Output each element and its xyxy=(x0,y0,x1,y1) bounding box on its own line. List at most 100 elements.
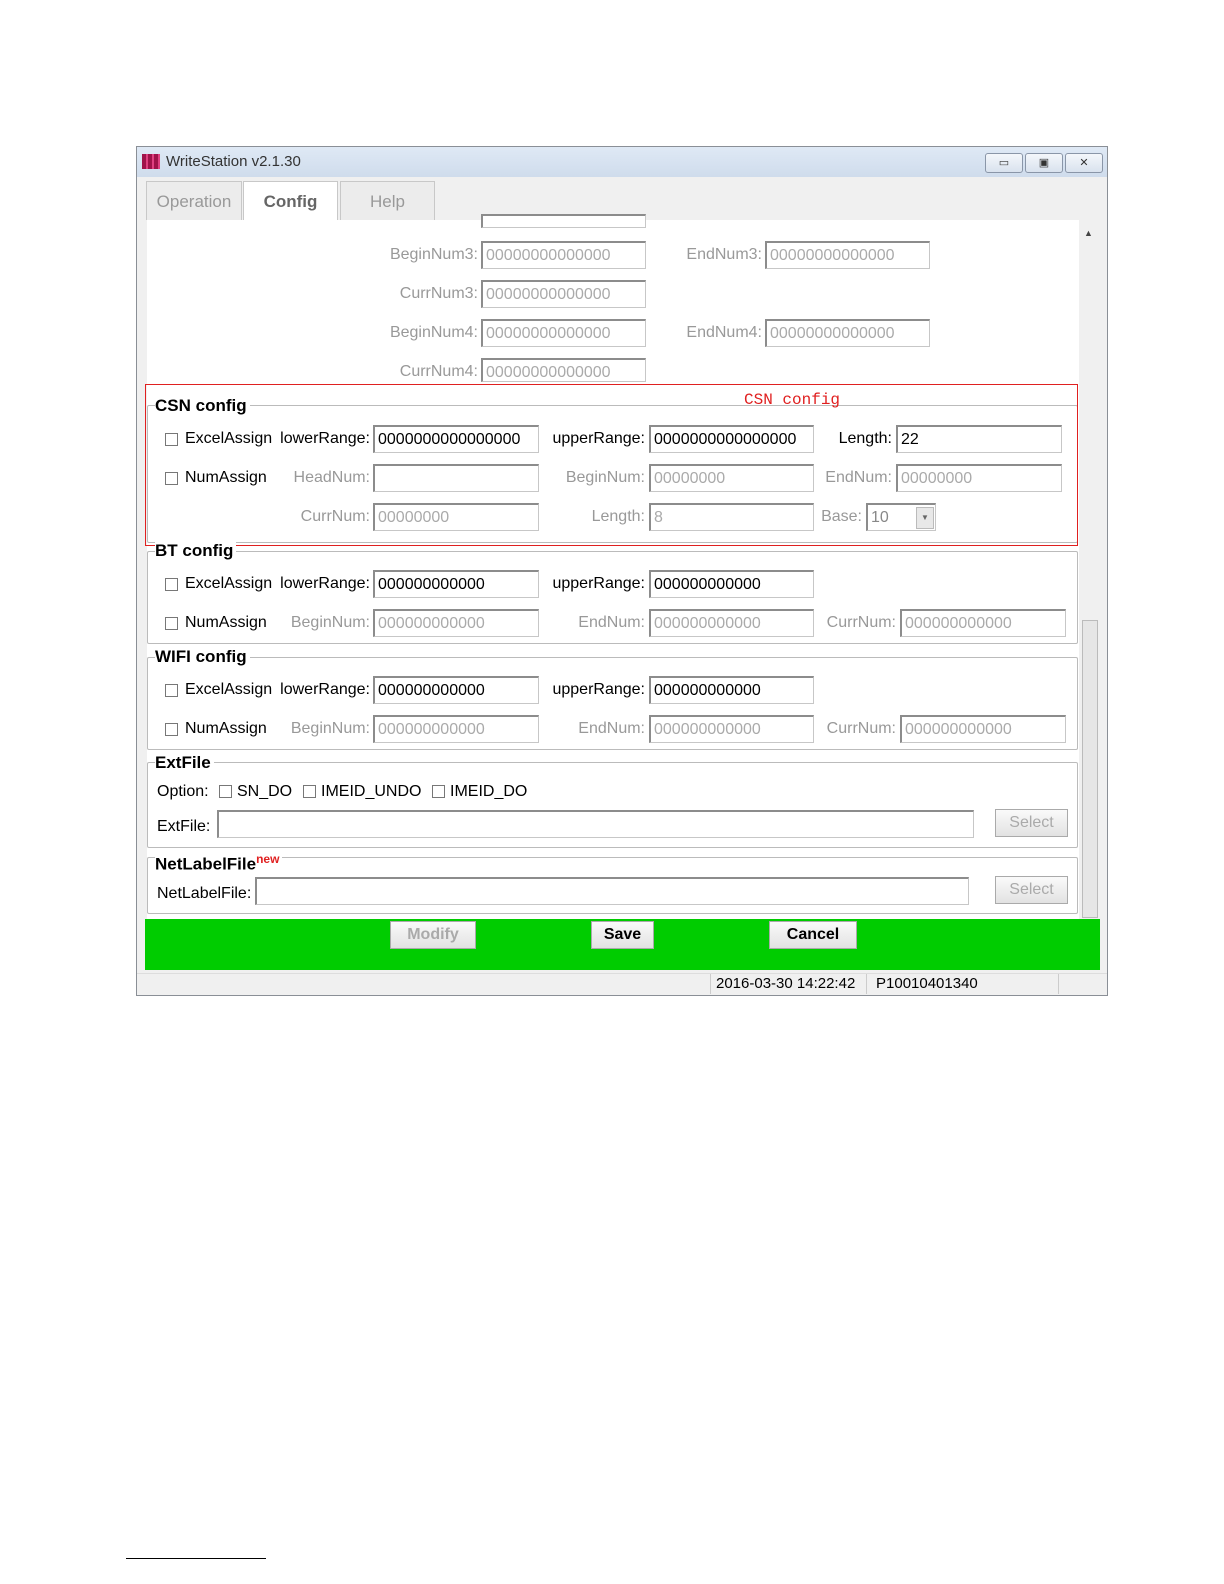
csn-upper-range-input[interactable]: 0000000000000000 xyxy=(649,425,814,453)
bt-num-assign-checkbox[interactable] xyxy=(165,617,178,630)
app-icon xyxy=(142,154,160,169)
csn-end-num-label: EndNum: xyxy=(825,469,892,486)
imeid-do-checkbox[interactable] xyxy=(432,785,445,798)
bt-lower-range-input[interactable]: 000000000000 xyxy=(373,570,539,598)
netlabel-file-label: NetLabelFile: xyxy=(157,885,252,902)
extfile-label: ExtFile: xyxy=(157,818,211,835)
extfile-title: ExtFile xyxy=(155,753,214,773)
csn-upper-range-label: upperRange: xyxy=(552,430,645,447)
curr-num4-label: CurrNum4: xyxy=(399,363,478,380)
status-divider xyxy=(1058,974,1059,994)
tab-operation[interactable]: Operation xyxy=(146,181,242,220)
wifi-config-title: WIFI config xyxy=(155,647,250,667)
sn-do-checkbox[interactable] xyxy=(219,785,232,798)
status-divider xyxy=(710,974,711,994)
wifi-curr-num-input[interactable]: 000000000000 xyxy=(900,715,1066,743)
wifi-lower-range-label: lowerRange: xyxy=(280,681,370,698)
csn-annotation-label: CSN config xyxy=(744,391,841,409)
end-num3-label: EndNum3: xyxy=(686,246,762,263)
bt-excel-assign-label: ExcelAssign xyxy=(185,575,273,592)
bt-curr-num-input[interactable]: 000000000000 xyxy=(900,609,1066,637)
new-badge: new xyxy=(256,852,280,866)
csn-num-assign-label: NumAssign xyxy=(185,469,267,486)
csn-base-label: Base: xyxy=(821,508,862,525)
extfile-input[interactable] xyxy=(217,810,974,838)
imeid-do-label: IMEID_DO xyxy=(450,783,528,800)
curr-num3-input[interactable]: 00000000000000 xyxy=(481,280,646,308)
sn-do-label: SN_DO xyxy=(237,783,293,800)
csn-lower-range-label: lowerRange: xyxy=(280,430,370,447)
scrollbar-thumb[interactable] xyxy=(1082,620,1098,918)
csn-head-num-input[interactable] xyxy=(373,464,539,492)
extfile-select-button[interactable]: Select xyxy=(995,809,1068,837)
minimize-button[interactable]: ▭ xyxy=(985,153,1023,173)
bt-end-num-label: EndNum: xyxy=(578,614,645,631)
csn-end-num-input[interactable]: 00000000 xyxy=(896,464,1062,492)
csn-begin-num-input[interactable]: 00000000 xyxy=(649,464,814,492)
scroll-up-icon[interactable]: ▲ xyxy=(1084,228,1093,238)
bt-begin-num-label: BeginNum: xyxy=(290,614,370,631)
csn-base-select[interactable]: 10 ▼ xyxy=(866,503,936,531)
bt-config-title: BT config xyxy=(155,541,237,561)
curr-num4-input[interactable]: 00000000000000 xyxy=(481,358,646,382)
wifi-curr-num-label: CurrNum: xyxy=(826,720,896,737)
status-datetime: 2016-03-30 14:22:42 xyxy=(716,975,856,992)
csn-length2-input[interactable]: 8 xyxy=(649,503,814,531)
bt-end-num-input[interactable]: 000000000000 xyxy=(649,609,814,637)
begin-num4-label: BeginNum4: xyxy=(389,324,478,341)
csn-num-assign-checkbox[interactable] xyxy=(165,472,178,485)
csn-length-label: Length: xyxy=(838,430,892,447)
netlabel-title: NetLabelFilenew xyxy=(155,849,283,875)
tab-config[interactable]: Config xyxy=(243,181,338,222)
bt-upper-range-input[interactable]: 000000000000 xyxy=(649,570,814,598)
tab-help[interactable]: Help xyxy=(340,181,435,220)
footnote-rule xyxy=(126,1558,266,1559)
save-button[interactable]: Save xyxy=(591,921,654,949)
chevron-down-icon[interactable]: ▼ xyxy=(916,507,934,529)
bt-excel-assign-checkbox[interactable] xyxy=(165,578,178,591)
wifi-begin-num-input[interactable]: 000000000000 xyxy=(373,715,539,743)
partial-field xyxy=(481,214,646,228)
end-num4-label: EndNum4: xyxy=(686,324,762,341)
wifi-upper-range-label: upperRange: xyxy=(552,681,645,698)
wifi-num-assign-label: NumAssign xyxy=(185,720,267,737)
status-id: P10010401340 xyxy=(876,975,978,992)
cancel-button[interactable]: Cancel xyxy=(769,921,857,949)
close-button[interactable]: ✕ xyxy=(1065,153,1103,173)
wifi-lower-range-input[interactable]: 000000000000 xyxy=(373,676,539,704)
modify-button[interactable]: Modify xyxy=(390,921,476,949)
csn-begin-num-label: BeginNum: xyxy=(565,469,645,486)
maximize-button[interactable]: ▣ xyxy=(1025,153,1063,173)
csn-length2-label: Length: xyxy=(591,508,645,525)
bt-num-assign-label: NumAssign xyxy=(185,614,267,631)
bt-curr-num-label: CurrNum: xyxy=(826,614,896,631)
csn-length-input[interactable]: 22 xyxy=(896,425,1062,453)
wifi-end-num-input[interactable]: 000000000000 xyxy=(649,715,814,743)
begin-num3-input[interactable]: 00000000000000 xyxy=(481,241,646,269)
netlabel-select-button[interactable]: Select xyxy=(995,876,1068,904)
wifi-excel-assign-label: ExcelAssign xyxy=(185,681,273,698)
document-page: WriteStation v2.1.30 ▭ ▣ ✕ Operation Con… xyxy=(0,0,1224,1584)
bt-begin-num-input[interactable]: 000000000000 xyxy=(373,609,539,637)
wifi-upper-range-input[interactable]: 000000000000 xyxy=(649,676,814,704)
csn-curr-num-input[interactable]: 00000000 xyxy=(373,503,539,531)
csn-excel-assign-label: ExcelAssign xyxy=(185,430,273,447)
begin-num4-input[interactable]: 00000000000000 xyxy=(481,319,646,347)
csn-lower-range-input[interactable]: 0000000000000000 xyxy=(373,425,539,453)
csn-excel-assign-checkbox[interactable] xyxy=(165,433,178,446)
wifi-num-assign-checkbox[interactable] xyxy=(165,723,178,736)
csn-head-num-label: HeadNum: xyxy=(293,469,370,486)
imeid-undo-checkbox[interactable] xyxy=(303,785,316,798)
netlabel-title-text: NetLabelFile xyxy=(155,854,257,874)
csn-curr-num-label: CurrNum: xyxy=(300,508,370,525)
wifi-begin-num-label: BeginNum: xyxy=(290,720,370,737)
window-title: WriteStation v2.1.30 xyxy=(166,153,301,170)
status-divider xyxy=(866,974,867,994)
netlabel-file-input[interactable] xyxy=(255,877,969,905)
end-num4-input[interactable]: 00000000000000 xyxy=(765,319,930,347)
begin-num3-label: BeginNum3: xyxy=(389,246,478,263)
end-num3-input[interactable]: 00000000000000 xyxy=(765,241,930,269)
csn-base-value: 10 xyxy=(871,509,889,526)
wifi-excel-assign-checkbox[interactable] xyxy=(165,684,178,697)
bt-lower-range-label: lowerRange: xyxy=(280,575,370,592)
